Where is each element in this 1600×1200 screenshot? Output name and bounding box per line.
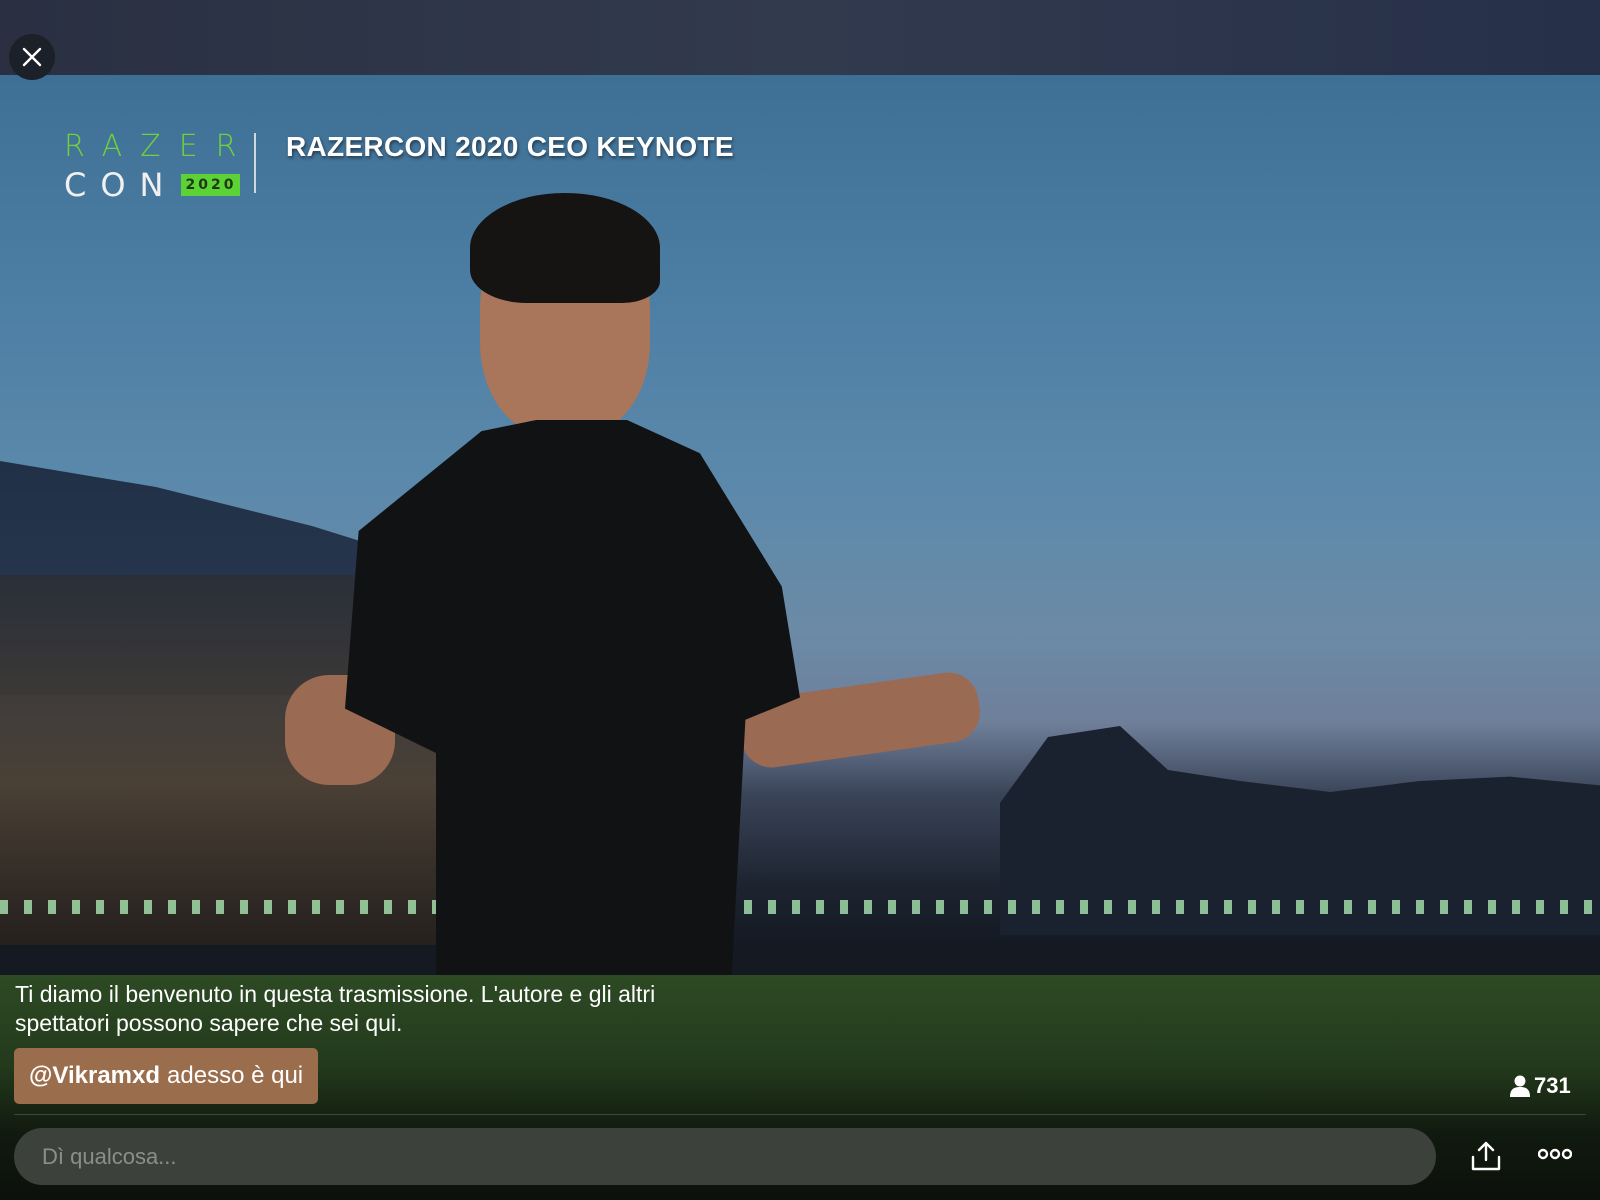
join-username[interactable]: @Vikramxd [29,1062,160,1090]
video-title: RAZERCON 2020 CEO KEYNOTE [286,131,734,162]
viewer-count: 731 [1510,1073,1571,1099]
chat-panel: Ti diamo il benvenuto in questa trasmiss… [0,975,1600,1200]
razercon-logo: RAZER CON 2020 [64,129,255,204]
viewer-count-value: 731 [1534,1073,1571,1098]
more-icon [1537,1148,1573,1160]
share-button[interactable] [1470,1140,1502,1177]
video-scenery [0,900,1600,914]
top-bar [0,0,1600,75]
more-button[interactable] [1537,1147,1573,1166]
join-text: adesso è qui [167,1062,304,1089]
comment-input[interactable] [14,1128,1436,1185]
logo-year-badge: 2020 [181,174,241,196]
logo-con: CON [64,166,178,204]
logo-line2: CON 2020 [64,166,255,204]
close-icon [22,47,42,67]
speaker [470,193,660,303]
logo-line1: RAZER [64,129,255,164]
logo-divider [254,133,256,193]
close-button[interactable] [9,34,55,80]
person-icon [1510,1075,1530,1097]
join-notice: @Vikramxd adesso è qui [14,1048,319,1104]
share-icon [1471,1141,1501,1171]
divider [14,1114,1586,1115]
welcome-message: Ti diamo il benvenuto in questa trasmiss… [15,981,656,1036]
video-scenery [0,945,1600,975]
video-player[interactable]: RAZER CON 2020 RAZERCON 2020 CEO KEYNOTE [0,75,1600,975]
